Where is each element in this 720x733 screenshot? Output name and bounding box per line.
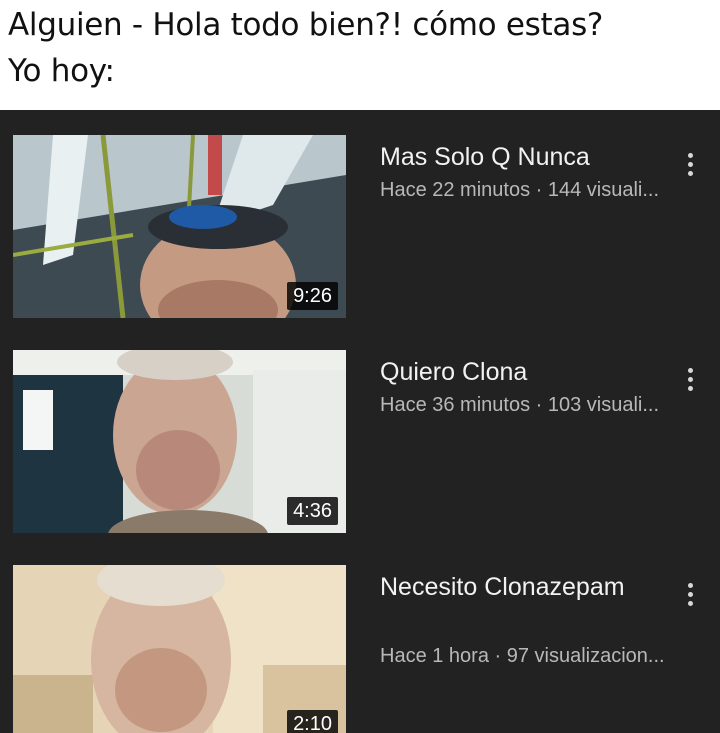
thumbnail-image bbox=[13, 565, 346, 733]
video-item[interactable]: 2:10 Necesito Clonazepam Hace 1 hora · 9… bbox=[0, 565, 720, 733]
video-thumbnail[interactable]: 4:36 bbox=[13, 350, 346, 533]
video-meta: Hace 36 minutos · 103 visuali... bbox=[380, 394, 660, 416]
video-list: 9:26 Mas Solo Q Nunca Hace 22 minutos · … bbox=[0, 110, 720, 733]
caption-line-1: Alguien - Hola todo bien?! cómo estas? bbox=[8, 7, 604, 43]
meme-caption: Alguien - Hola todo bien?! cómo estas? Y… bbox=[8, 2, 718, 94]
video-meta: Hace 22 minutos · 144 visuali... bbox=[380, 179, 660, 201]
caption-line-2: Yo hoy: bbox=[8, 53, 115, 89]
video-title[interactable]: Necesito Clonazepam bbox=[380, 570, 680, 605]
video-thumbnail[interactable]: 9:26 bbox=[13, 135, 346, 318]
video-duration: 9:26 bbox=[287, 282, 338, 310]
video-item[interactable]: 4:36 Quiero Clona Hace 36 minutos · 103 … bbox=[0, 350, 720, 540]
video-title[interactable]: Quiero Clona bbox=[380, 355, 680, 390]
video-duration: 2:10 bbox=[287, 710, 338, 733]
video-thumbnail[interactable]: 2:10 bbox=[13, 565, 346, 733]
video-duration: 4:36 bbox=[287, 497, 338, 525]
more-vertical-icon[interactable] bbox=[683, 583, 697, 613]
more-vertical-icon[interactable] bbox=[683, 368, 697, 398]
video-title[interactable]: Mas Solo Q Nunca bbox=[380, 140, 680, 175]
video-meta: Hace 1 hora · 97 visualizacion... bbox=[380, 645, 665, 667]
more-vertical-icon[interactable] bbox=[683, 153, 697, 183]
video-item[interactable]: 9:26 Mas Solo Q Nunca Hace 22 minutos · … bbox=[0, 135, 720, 325]
